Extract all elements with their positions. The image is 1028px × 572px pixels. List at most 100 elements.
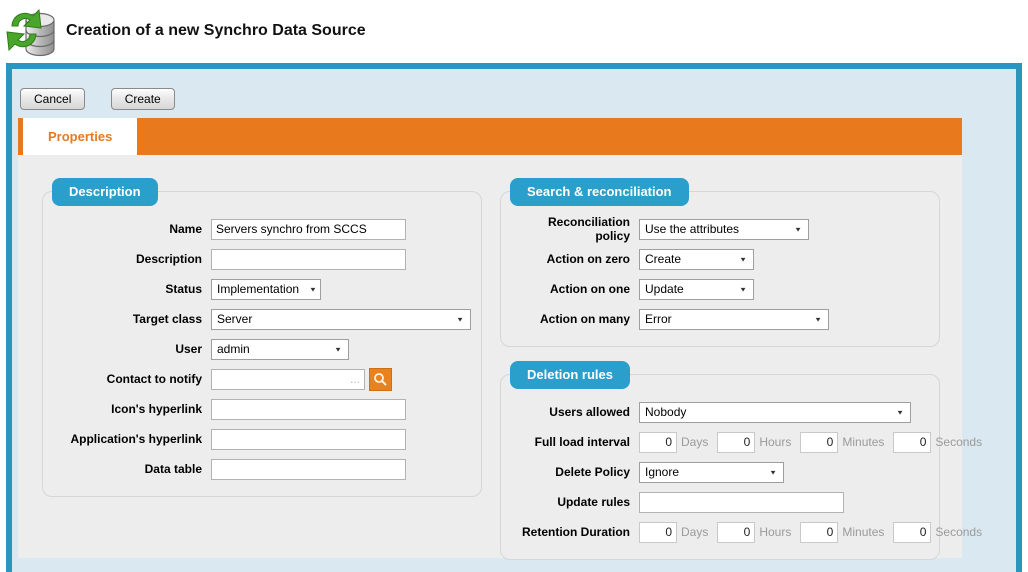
status-select-value: Implementation xyxy=(217,282,299,296)
description-label: Description xyxy=(53,252,211,266)
seconds-unit-label: Seconds xyxy=(935,435,982,449)
chevron-down-icon: ▼ xyxy=(456,315,464,322)
action-on-zero-row: Action on zero Create ▼ xyxy=(511,244,929,274)
left-column: Description Name Description Status Impl… xyxy=(18,155,482,497)
retention-hours-input[interactable] xyxy=(717,522,755,543)
status-row: Status Implementation ▼ xyxy=(53,274,471,304)
chevron-down-icon: ▼ xyxy=(739,255,747,262)
delete-policy-select-value: Ignore xyxy=(645,465,679,479)
contact-to-notify-label: Contact to notify xyxy=(53,372,211,386)
application-hyperlink-input[interactable] xyxy=(211,429,406,450)
chevron-down-icon: ▼ xyxy=(769,468,777,475)
action-on-one-row: Action on one Update ▼ xyxy=(511,274,929,304)
search-reconciliation-fieldset: Search & reconciliation Reconciliation p… xyxy=(500,191,940,347)
days-unit-label: Days xyxy=(681,525,708,539)
action-on-one-select-value: Update xyxy=(645,282,684,296)
synchro-data-source-icon xyxy=(6,4,58,58)
reconciliation-policy-select-value: Use the attributes xyxy=(645,222,739,236)
create-button[interactable]: Create xyxy=(111,88,175,110)
action-on-many-label: Action on many xyxy=(511,312,639,326)
chevron-down-icon: ▼ xyxy=(739,285,747,292)
tab-properties[interactable]: Properties xyxy=(23,118,137,155)
action-on-one-select[interactable]: Update ▼ xyxy=(639,279,754,300)
data-table-row: Data table xyxy=(53,454,471,484)
full-load-interval-row: Full load interval Days Hours Minutes Se… xyxy=(511,427,929,457)
contact-to-notify-input[interactable] xyxy=(211,369,365,390)
cancel-button[interactable]: Cancel xyxy=(20,88,85,110)
search-icon xyxy=(373,372,388,387)
full-load-hours-input[interactable] xyxy=(717,432,755,453)
full-load-minutes-input[interactable] xyxy=(800,432,838,453)
update-rules-input[interactable] xyxy=(639,492,844,513)
users-allowed-row: Users allowed Nobody ▼ xyxy=(511,397,929,427)
delete-policy-select[interactable]: Ignore ▼ xyxy=(639,462,784,483)
users-allowed-select-value: Nobody xyxy=(645,405,686,419)
users-allowed-label: Users allowed xyxy=(511,405,639,419)
data-table-label: Data table xyxy=(53,462,211,476)
status-label: Status xyxy=(53,282,211,296)
page-title: Creation of a new Synchro Data Source xyxy=(66,22,366,40)
action-on-one-label: Action on one xyxy=(511,282,639,296)
chevron-down-icon: ▼ xyxy=(309,285,317,292)
action-on-zero-label: Action on zero xyxy=(511,252,639,266)
user-label: User xyxy=(53,342,211,356)
description-input[interactable] xyxy=(211,249,406,270)
action-on-many-row: Action on many Error ▼ xyxy=(511,304,929,334)
update-rules-label: Update rules xyxy=(511,495,639,509)
user-select[interactable]: admin ▼ xyxy=(211,339,349,360)
target-class-select[interactable]: Server ▼ xyxy=(211,309,471,330)
action-on-many-select[interactable]: Error ▼ xyxy=(639,309,829,330)
minutes-unit-label: Minutes xyxy=(842,525,884,539)
chevron-down-icon: ▼ xyxy=(794,225,802,232)
reconciliation-policy-label: Reconciliation policy xyxy=(511,215,639,243)
retention-minutes-input[interactable] xyxy=(800,522,838,543)
action-on-many-select-value: Error xyxy=(645,312,672,326)
user-select-value: admin xyxy=(217,342,250,356)
icon-hyperlink-row: Icon's hyperlink xyxy=(53,394,471,424)
name-input[interactable] xyxy=(211,219,406,240)
application-hyperlink-row: Application's hyperlink xyxy=(53,424,471,454)
minutes-unit-label: Minutes xyxy=(842,435,884,449)
tab-strip: Properties xyxy=(18,118,962,155)
name-row: Name xyxy=(53,214,471,244)
user-row: User admin ▼ xyxy=(53,334,471,364)
hours-unit-label: Hours xyxy=(759,525,791,539)
right-column: Search & reconciliation Reconciliation p… xyxy=(482,155,940,560)
hours-unit-label: Hours xyxy=(759,435,791,449)
update-rules-row: Update rules xyxy=(511,487,929,517)
name-label: Name xyxy=(53,222,211,236)
page-header: Creation of a new Synchro Data Source xyxy=(0,0,1028,62)
seconds-unit-label: Seconds xyxy=(935,525,982,539)
properties-tab-content: Description Name Description Status Impl… xyxy=(18,155,962,558)
full-load-interval-label: Full load interval xyxy=(511,435,639,449)
full-load-days-input[interactable] xyxy=(639,432,677,453)
target-class-row: Target class Server ▼ xyxy=(53,304,471,334)
users-allowed-select[interactable]: Nobody ▼ xyxy=(639,402,911,423)
main-panel: Cancel Create Properties Description Nam… xyxy=(6,63,1022,572)
application-hyperlink-label: Application's hyperlink xyxy=(53,432,211,446)
reconciliation-policy-row: Reconciliation policy Use the attributes… xyxy=(511,214,929,244)
delete-policy-label: Delete Policy xyxy=(511,465,639,479)
retention-seconds-input[interactable] xyxy=(893,522,931,543)
search-reconciliation-legend: Search & reconciliation xyxy=(510,178,689,206)
full-load-seconds-input[interactable] xyxy=(893,432,931,453)
action-on-zero-select-value: Create xyxy=(645,252,681,266)
chevron-down-icon: ▼ xyxy=(814,315,822,322)
icon-hyperlink-label: Icon's hyperlink xyxy=(53,402,211,416)
data-table-input[interactable] xyxy=(211,459,406,480)
action-on-zero-select[interactable]: Create ▼ xyxy=(639,249,754,270)
chevron-down-icon: ▼ xyxy=(896,408,904,415)
days-unit-label: Days xyxy=(681,435,708,449)
status-select[interactable]: Implementation ▼ xyxy=(211,279,321,300)
retention-duration-label: Retention Duration xyxy=(511,525,639,539)
deletion-rules-legend: Deletion rules xyxy=(510,361,630,389)
contact-search-button[interactable] xyxy=(369,368,392,391)
icon-hyperlink-input[interactable] xyxy=(211,399,406,420)
action-toolbar: Cancel Create xyxy=(12,69,1016,110)
retention-days-input[interactable] xyxy=(639,522,677,543)
description-fieldset: Description Name Description Status Impl… xyxy=(42,191,482,497)
target-class-label: Target class xyxy=(53,312,211,326)
delete-policy-row: Delete Policy Ignore ▼ xyxy=(511,457,929,487)
deletion-rules-fieldset: Deletion rules Users allowed Nobody ▼ Fu… xyxy=(500,374,940,560)
reconciliation-policy-select[interactable]: Use the attributes ▼ xyxy=(639,219,809,240)
